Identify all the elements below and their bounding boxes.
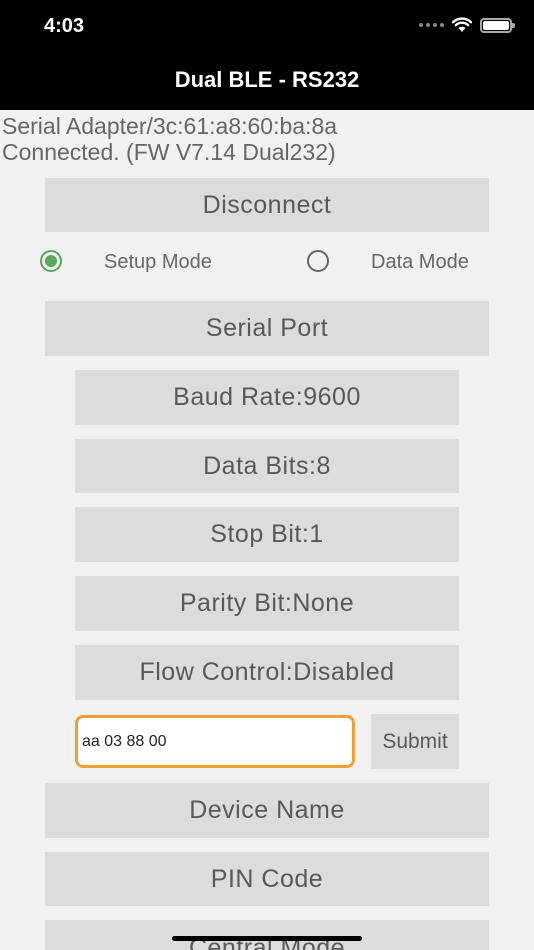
wifi-icon	[452, 17, 472, 32]
setup-mode-radio[interactable]: Setup Mode	[40, 250, 212, 273]
submit-button[interactable]: Submit	[371, 714, 459, 769]
pin-code-button[interactable]: PIN Code	[45, 852, 489, 906]
stop-bit-button[interactable]: Stop Bit:1	[75, 507, 459, 562]
setup-mode-label: Setup Mode	[104, 251, 212, 273]
connection-status: Connected. (FW V7.14 Dual232)	[2, 139, 336, 165]
serial-port-button[interactable]: Serial Port	[45, 301, 489, 356]
status-icons	[419, 17, 515, 33]
data-mode-radio[interactable]: Data Mode	[307, 250, 469, 273]
device-status: Serial Adapter/3c:61:a8:60:ba:8a Connect…	[2, 113, 337, 165]
signal-dots-icon	[419, 23, 444, 27]
status-time: 4:03	[44, 15, 85, 37]
mode-selector: Setup Mode Data Mode	[0, 250, 534, 276]
device-address: Serial Adapter/3c:61:a8:60:ba:8a	[2, 113, 338, 139]
nav-bar: Dual BLE - RS232	[0, 52, 534, 110]
home-indicator[interactable]	[172, 936, 362, 941]
data-bits-button[interactable]: Data Bits:8	[75, 439, 459, 493]
command-input[interactable]	[75, 715, 355, 768]
radio-checked-icon[interactable]	[40, 250, 62, 272]
central-mode-button[interactable]: Central Mode	[45, 920, 489, 950]
battery-icon	[480, 17, 515, 33]
flow-control-button[interactable]: Flow Control:Disabled	[75, 645, 459, 700]
baud-rate-button[interactable]: Baud Rate:9600	[75, 370, 459, 425]
status-bar: 4:03	[0, 0, 534, 52]
parity-bit-button[interactable]: Parity Bit:None	[75, 576, 459, 631]
radio-unchecked-icon[interactable]	[307, 250, 329, 272]
data-mode-label: Data Mode	[371, 251, 469, 273]
device-name-button[interactable]: Device Name	[45, 783, 489, 838]
disconnect-button[interactable]: Disconnect	[45, 178, 489, 232]
page-title: Dual BLE - RS232	[174, 67, 360, 92]
